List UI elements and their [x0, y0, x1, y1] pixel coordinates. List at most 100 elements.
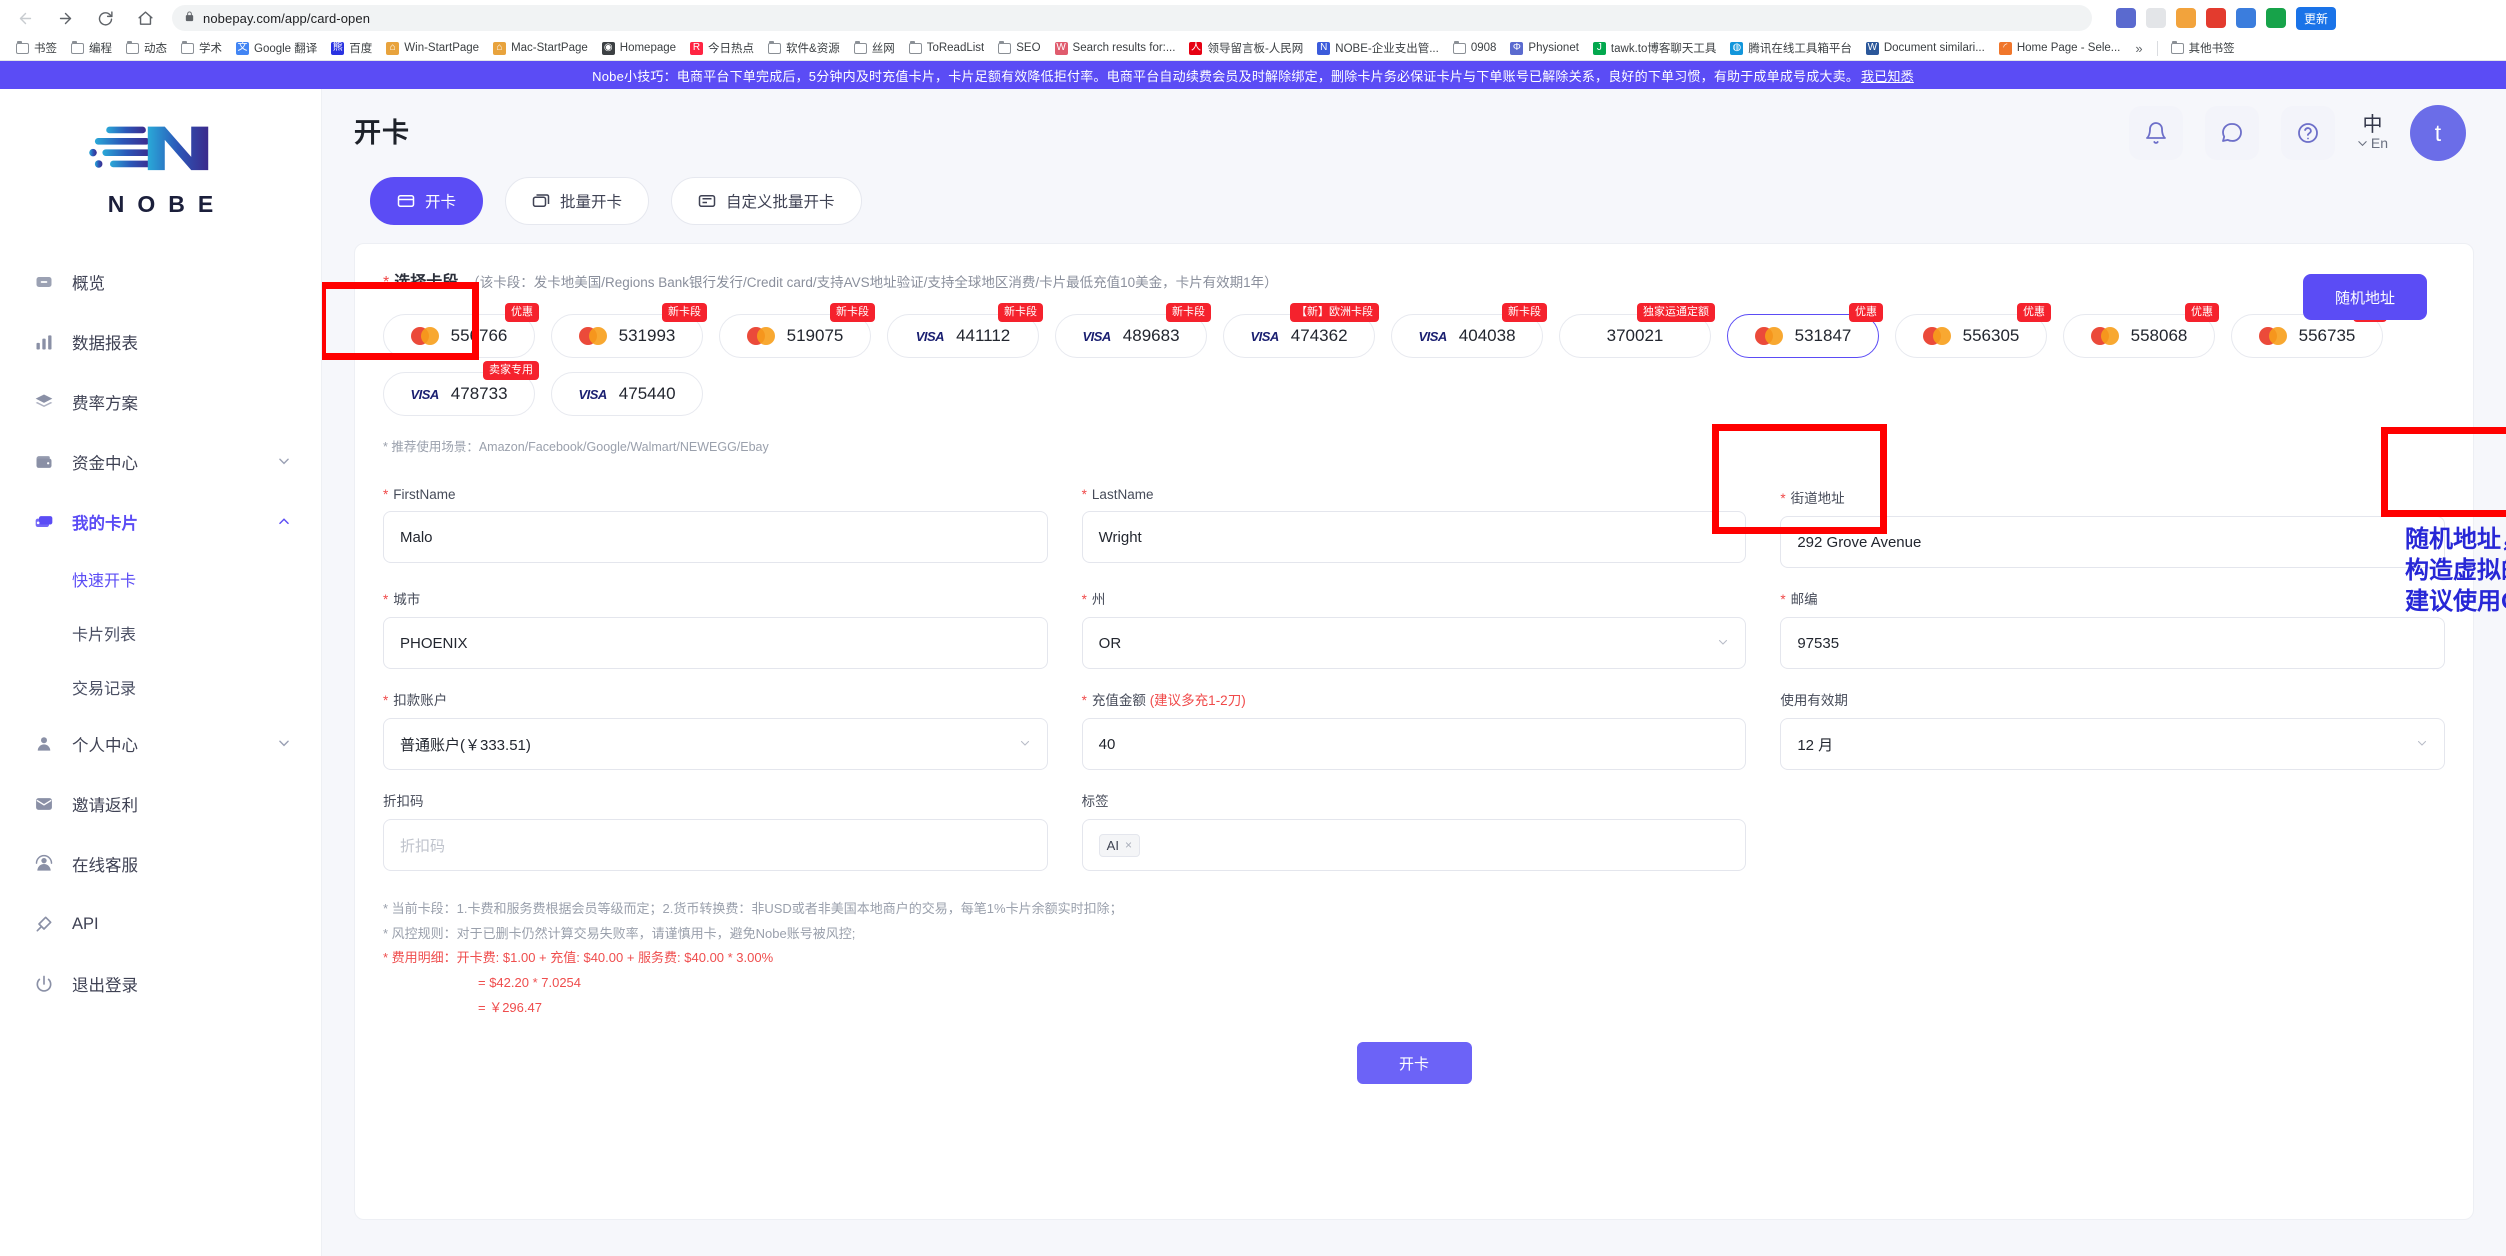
bookmark-item[interactable]: 学术 [175, 38, 228, 58]
extension-icon-3[interactable] [2176, 8, 2196, 28]
bookmark-item[interactable]: ΦPhysionet [1504, 40, 1585, 57]
zip-input[interactable]: 97535 [1780, 617, 2445, 669]
bookmark-item[interactable]: ◜Home Page - Sele... [1993, 40, 2127, 57]
bin-badge: 【新】欧洲卡段 [1290, 303, 1379, 322]
folder-icon [126, 43, 139, 54]
folder-icon [909, 43, 922, 54]
extension-icon-5[interactable] [2236, 8, 2256, 28]
bin-number: 556735 [2299, 326, 2356, 346]
amount-input[interactable]: 40 [1082, 718, 1747, 770]
street-input[interactable]: 292 Grove Avenue [1780, 516, 2445, 568]
home-icon[interactable] [132, 5, 158, 31]
bin-chip-list: 556766优惠531993新卡段519075新卡段VISA441112新卡段V… [383, 314, 2445, 416]
sidebar-item-0[interactable]: 概览 [0, 252, 321, 312]
bookmark-item[interactable]: Jtawk.to博客聊天工具 [1587, 38, 1722, 58]
state-select[interactable]: OR [1082, 617, 1747, 669]
sidebar-item-1[interactable]: 数据报表 [0, 312, 321, 372]
bin-chip-475440[interactable]: VISA475440 [551, 372, 703, 416]
browser-toolbar: nobepay.com/app/card-open 更新 [0, 0, 2506, 36]
bookmark-item[interactable]: 熊百度 [325, 38, 378, 58]
sidebar-subitem-7[interactable]: 交易记录 [0, 660, 321, 714]
other-bookmarks-folder[interactable]: 其他书签 [2165, 38, 2241, 58]
bookmark-item[interactable]: 编程 [65, 38, 118, 58]
chevron-down-icon[interactable] [277, 454, 291, 471]
update-button[interactable]: 更新 [2296, 7, 2336, 30]
extension-icon-6[interactable] [2266, 8, 2286, 28]
sidebar-item-4[interactable]: 我的卡片 [0, 492, 321, 552]
bookmark-item[interactable]: 软件&资源 [762, 38, 846, 58]
page-title: 开卡 [354, 111, 410, 150]
card-open-form: *FirstName Malo *LastName Wright *街道地址 2… [383, 473, 2445, 871]
bookmark-item[interactable]: WSearch results for:... [1049, 40, 1182, 57]
bookmark-item[interactable]: 动态 [120, 38, 173, 58]
city-input[interactable]: PHOENIX [383, 617, 1048, 669]
bookmark-item[interactable]: 丝网 [848, 38, 901, 58]
bookmark-item[interactable]: ◍腾讯在线工具箱平台 [1724, 38, 1858, 58]
folder-icon [998, 43, 1011, 54]
first-name-input[interactable]: Malo [383, 511, 1048, 563]
chevron-down-icon[interactable] [277, 736, 291, 753]
brand-logo[interactable]: NOBE [0, 107, 321, 252]
bookmark-item[interactable]: ToReadList [903, 40, 991, 56]
open-card-submit-button[interactable]: 开卡 [1357, 1042, 1472, 1084]
extension-icon-1[interactable] [2116, 8, 2136, 28]
bookmark-item[interactable]: 人领导留言板-人民网 [1183, 38, 1309, 58]
sidebar-item-8[interactable]: 个人中心 [0, 714, 321, 774]
bookmarks-overflow-icon[interactable]: » [2128, 41, 2149, 56]
bookmark-item[interactable]: WDocument similari... [1860, 40, 1991, 57]
mastercard-icon [579, 327, 607, 345]
bookmark-item[interactable]: 文Google 翻译 [230, 38, 323, 58]
tag-remove-icon[interactable]: × [1125, 838, 1132, 852]
sidebar-subitem-6[interactable]: 卡片列表 [0, 606, 321, 660]
bell-icon[interactable] [2129, 106, 2183, 160]
mastercard-icon [2259, 327, 2287, 345]
globe-icon: ◉ [602, 42, 615, 55]
last-name-input[interactable]: Wright [1082, 511, 1747, 563]
account-select[interactable]: 普通账户(￥333.51) [383, 718, 1048, 770]
bookmark-item[interactable]: SEO [992, 40, 1046, 56]
tab-0[interactable]: 开卡 [370, 177, 483, 225]
bookmark-item[interactable]: 书签 [10, 38, 63, 58]
bookmark-item[interactable]: ⌂Mac-StartPage [487, 40, 594, 57]
tab-1[interactable]: 批量开卡 [505, 177, 649, 225]
discount-input[interactable]: 折扣码 [383, 819, 1048, 871]
bookmark-item[interactable]: ◉ Homepage [596, 40, 682, 57]
sidebar-subitem-5[interactable]: 快速开卡 [0, 552, 321, 606]
avatar[interactable]: t [2410, 105, 2466, 161]
promo-ack-link[interactable]: 我已知悉 [1861, 66, 1914, 85]
reload-icon[interactable] [92, 5, 118, 31]
tab-2[interactable]: 自定义批量开卡 [671, 177, 862, 225]
sidebar-item-2[interactable]: 费率方案 [0, 372, 321, 432]
forward-icon[interactable] [52, 5, 78, 31]
language-toggle[interactable]: 中 En [2357, 114, 2388, 151]
sidebar-item-9[interactable]: 邀请返利 [0, 774, 321, 834]
bookmark-label: Homepage [620, 42, 676, 54]
submit-row: 开卡 [383, 1042, 2445, 1084]
back-icon[interactable] [12, 5, 38, 31]
bookmark-item[interactable]: 0908 [1447, 40, 1503, 56]
validity-select[interactable]: 12 月 [1780, 718, 2445, 770]
sidebar-item-12[interactable]: 退出登录 [0, 954, 321, 1014]
tags-input[interactable]: AI × [1082, 819, 1747, 871]
chevron-down-icon [2416, 737, 2428, 752]
tab-label: 批量开卡 [560, 190, 622, 212]
message-icon[interactable] [2205, 106, 2259, 160]
bin-chip-wrap: 519075新卡段 [719, 314, 871, 358]
bookmark-item[interactable]: ⌂Win-StartPage [380, 40, 485, 57]
address-bar[interactable]: nobepay.com/app/card-open [172, 5, 2092, 31]
help-icon[interactable] [2281, 106, 2335, 160]
bookmark-label: 百度 [349, 40, 372, 56]
random-address-wrap: 随机地址 [2303, 274, 2427, 320]
bookmark-item[interactable]: NNOBE-企业支出管... [1311, 38, 1445, 58]
city-label: *城市 [383, 588, 1048, 608]
sidebar-item-11[interactable]: API [0, 894, 321, 954]
chevron-up-icon[interactable] [277, 514, 291, 531]
extension-icon-4[interactable] [2206, 8, 2226, 28]
extension-icon-2[interactable] [2146, 8, 2166, 28]
random-address-button[interactable]: 随机地址 [2303, 274, 2427, 320]
note-line-1: * 风控规则：对于已删卡仍然计算交易失败率，请谨慎用卡，避免Nobe账号被风控; [383, 922, 2445, 947]
bookmark-item[interactable]: R今日热点 [684, 38, 760, 58]
bin-chip-wrap: 370021独家运通定额 [1559, 314, 1711, 358]
sidebar-item-3[interactable]: 资金中心 [0, 432, 321, 492]
sidebar-item-10[interactable]: 在线客服 [0, 834, 321, 894]
